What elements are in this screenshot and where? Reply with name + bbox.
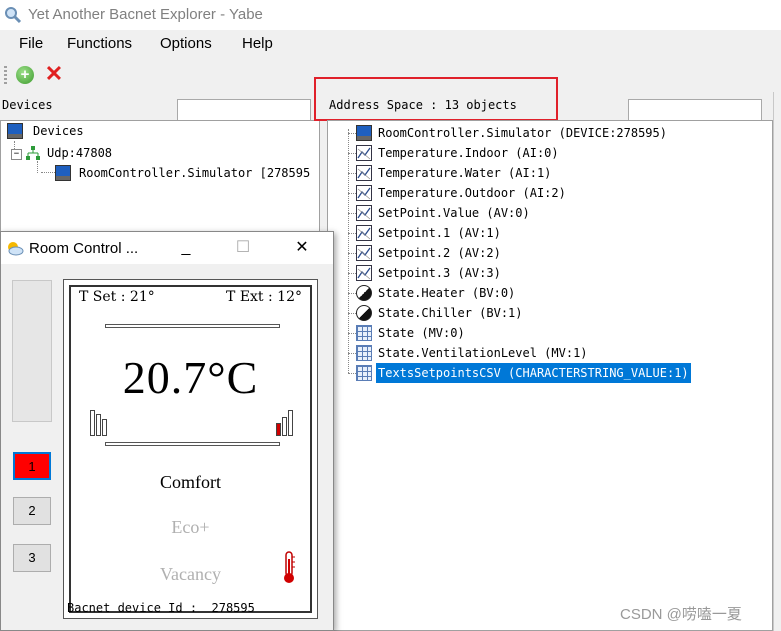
devices-panel-label: Devices [2,98,53,112]
menu-options[interactable]: Options [160,35,212,52]
menu-file[interactable]: File [19,35,43,52]
magnifier-icon [5,7,22,24]
menu-help[interactable]: Help [242,35,273,52]
device-id-label: Bacnet device Id : [67,601,198,615]
thermostat-display: T Set : 21° T Ext : 12° 20.7°C Comfort E… [63,279,318,619]
minimize-button[interactable]: _ [171,238,201,258]
close-button[interactable]: ✕ [287,238,317,258]
room-control-titlebar[interactable]: Room Control ... _ ☐ ✕ [1,232,333,264]
address-space-item-label: Temperature.Outdoor (AI:2) [378,186,566,200]
window-title: Yet Another Bacnet Explorer - Yabe [28,6,263,23]
address-space-item-label: TextsSetpointsCSV (CHARACTERSTRING_VALUE… [375,362,692,384]
address-space-item-label: Setpoint.2 (AV:2) [378,246,501,260]
address-space-item-label: State.VentilationLevel (MV:1) [378,346,588,360]
address-space-item-label: RoomController.Simulator (DEVICE:278595) [378,126,667,140]
room-control-title: Room Control ... [29,240,139,257]
address-space-item-label: Setpoint.3 (AV:3) [378,266,501,280]
multistate-object-icon [356,325,372,341]
address-space-item-label: State (MV:0) [378,326,465,340]
side-panel [12,280,52,422]
computer-network-icon [7,123,23,139]
analog-object-icon [356,245,372,261]
menu-functions[interactable]: Functions [67,35,132,52]
address-space-item-label: State.Chiller (BV:1) [378,306,523,320]
heat-level-bar-3 [288,410,293,436]
device-icon [356,125,372,141]
analog-object-icon [356,185,372,201]
add-device-button[interactable]: + [16,66,34,84]
setpoint-temperature: T Set : 21° [79,289,155,305]
heat-level-bar-1 [276,423,281,436]
external-temperature: T Ext : 12° [226,289,302,305]
network-icon [26,146,40,160]
mode-button-3[interactable]: 3 [13,544,51,572]
address-space-tree[interactable]: RoomController.Simulator (DEVICE:278595)… [327,120,773,631]
menu-bar: File Functions Options Help [0,30,781,58]
title-bar: Yet Another Bacnet Explorer - Yabe [0,0,781,30]
address-space-item-label: Setpoint.1 (AV:1) [378,226,501,240]
address-space-item-label: Temperature.Water (AI:1) [378,166,552,180]
address-space-item-label: SetPoint.Value (AV:0) [378,206,530,220]
binary-object-icon [356,305,372,321]
mode-button-2[interactable]: 2 [13,497,51,525]
toolbar-grip[interactable] [4,66,7,84]
device-id-readout: Bacnet device Id : 278595 [67,601,255,615]
maximize-button[interactable]: ☐ [228,238,258,258]
room-control-window: Room Control ... _ ☐ ✕ 1 2 3 T Set : 21°… [0,231,334,631]
annotation-highlight-box [314,77,558,121]
analog-object-icon [356,145,372,161]
mode-label-comfort: Comfort [160,472,221,492]
multistate-object-icon [356,345,372,361]
device-id-value: 278595 [211,601,255,615]
analog-object-icon [356,265,372,281]
analog-object-icon [356,165,372,181]
device-icon [55,165,71,181]
cool-level-bar-2 [96,414,101,436]
address-space-item-label: Temperature.Indoor (AI:0) [378,146,559,160]
analog-object-icon [356,225,372,241]
divider-bottom [105,442,280,446]
heat-level-bar-2 [282,417,287,436]
remove-device-button[interactable]: ✕ [44,63,64,85]
thermometer-icon [284,551,295,583]
watermark: CSDN @唠嗑一夏 [620,606,742,623]
collapse-icon[interactable]: − [11,149,22,160]
cool-level-bar-3 [102,419,107,436]
cool-level-bar-1 [90,410,95,436]
mode-button-1[interactable]: 1 [13,452,51,480]
analog-object-icon [356,205,372,221]
weather-icon [8,242,24,256]
indoor-temperature: 20.7°C [122,352,259,403]
mode-label-eco: Eco+ [171,517,210,537]
mode-label-vacancy: Vacancy [160,564,221,584]
address-space-item-label: State.Heater (BV:0) [378,286,516,300]
room-control-body: 1 2 3 T Set : 21° T Ext : 12° 20.7°C Com… [1,264,333,630]
divider-top [105,324,280,328]
multistate-object-icon [356,365,372,381]
binary-object-icon [356,285,372,301]
right-panel-edge [773,92,781,631]
